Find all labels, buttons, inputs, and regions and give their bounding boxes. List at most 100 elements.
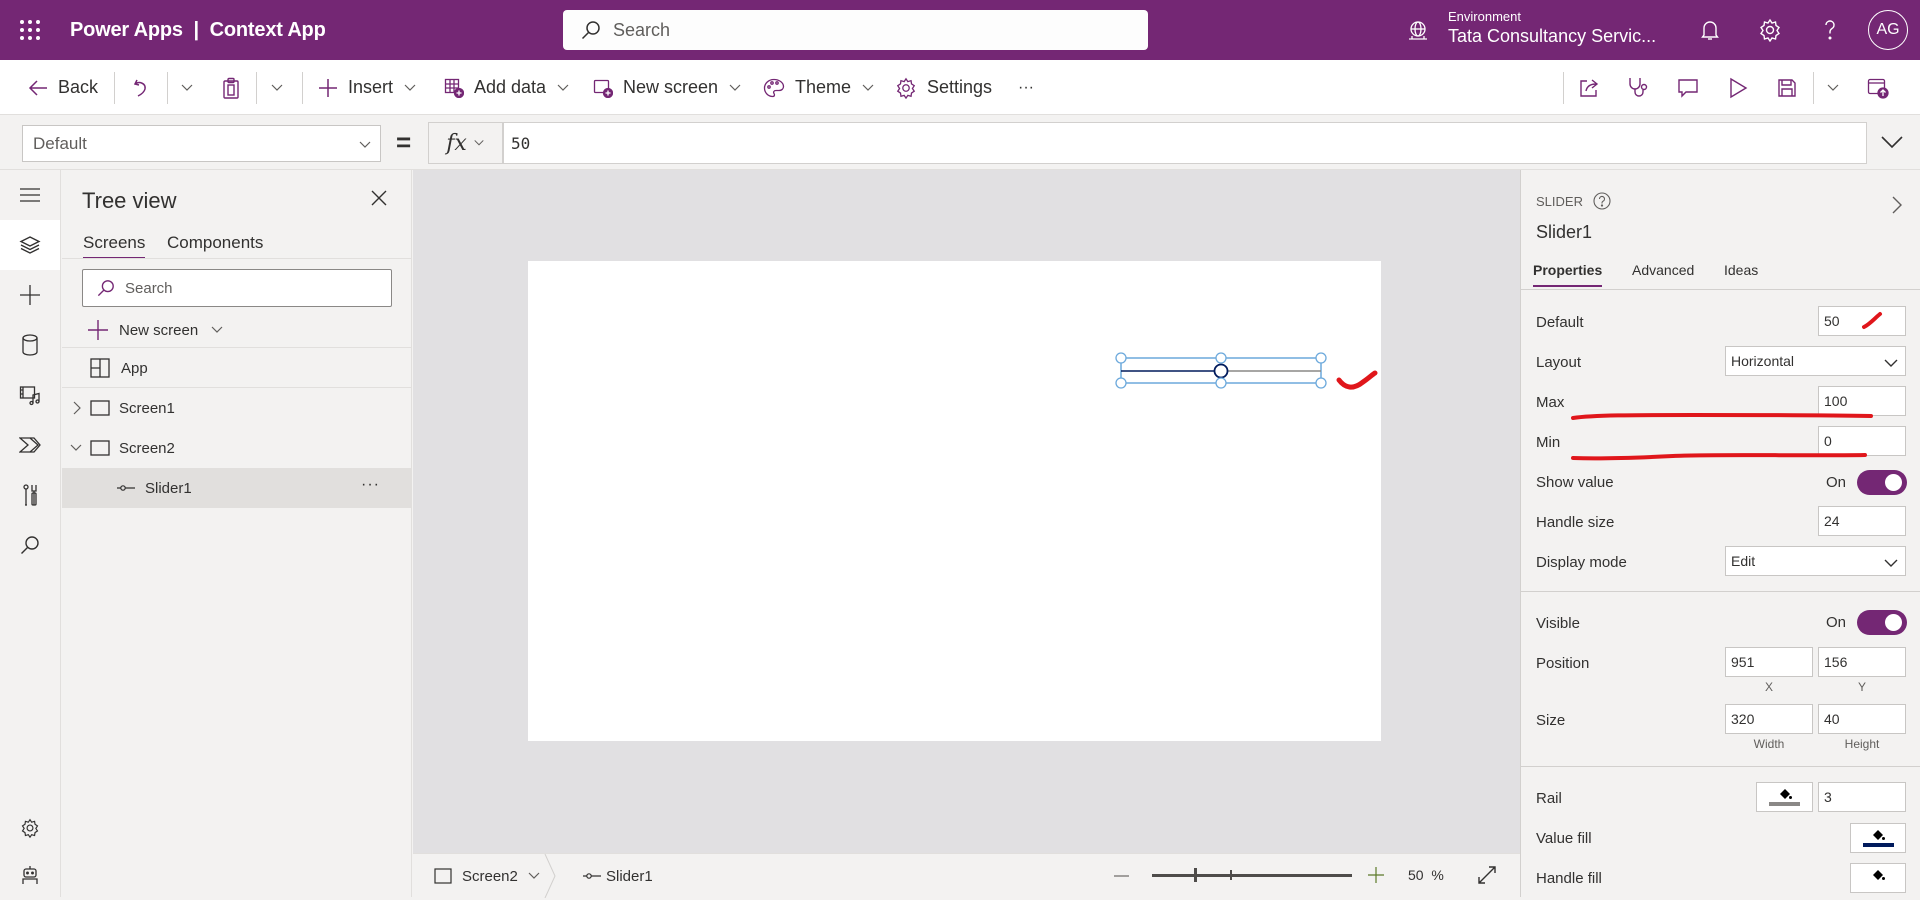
- visible-toggle[interactable]: On: [1826, 610, 1908, 635]
- chevron-down-icon: [527, 869, 541, 883]
- new-screen-button[interactable]: New screen: [593, 60, 742, 115]
- app-grid-icon: [90, 358, 110, 378]
- show-value-toggle[interactable]: On: [1826, 470, 1908, 495]
- handle-size-input[interactable]: 24: [1818, 506, 1906, 536]
- rail-color-swatch: [1769, 802, 1800, 806]
- function-button[interactable]: fx: [428, 122, 503, 164]
- comments-button[interactable]: [1677, 60, 1699, 115]
- divider: [1521, 766, 1920, 767]
- tree-view-layers-icon[interactable]: [0, 220, 60, 270]
- control-name[interactable]: Slider1: [1536, 222, 1592, 243]
- chevron-right-icon[interactable]: [1891, 195, 1903, 215]
- add-table-icon: [444, 78, 464, 98]
- max-input[interactable]: 100: [1818, 386, 1906, 416]
- environment-label: Environment: [1448, 9, 1521, 24]
- position-y-input[interactable]: 156: [1818, 647, 1906, 677]
- zoom-slider-track[interactable]: [1152, 874, 1352, 877]
- position-x-input[interactable]: 951: [1725, 647, 1813, 677]
- tree-item-slider1[interactable]: Slider1 ···: [62, 468, 412, 508]
- chevron-right-icon[interactable]: [72, 401, 82, 415]
- help-question-icon[interactable]: [1818, 18, 1842, 42]
- fit-to-window-icon[interactable]: [1477, 865, 1497, 885]
- insert-button[interactable]: Insert: [318, 60, 417, 115]
- resize-handle[interactable]: [1215, 352, 1227, 364]
- menu-hamburger-icon[interactable]: [0, 170, 60, 220]
- resize-handle[interactable]: [1215, 377, 1227, 389]
- preview-play-button[interactable]: [1728, 60, 1748, 115]
- app-checker-button[interactable]: [1627, 60, 1651, 115]
- back-button[interactable]: Back: [28, 60, 98, 115]
- tree-search-input[interactable]: Search: [82, 269, 392, 307]
- undo-dropdown-button[interactable]: [180, 60, 194, 115]
- display-mode-dropdown[interactable]: Edit: [1725, 546, 1906, 576]
- tree-item-screen1[interactable]: Screen1: [62, 388, 412, 428]
- resize-handle[interactable]: [1115, 352, 1127, 364]
- advanced-tools-icon[interactable]: [0, 470, 60, 520]
- paste-button[interactable]: [221, 60, 241, 115]
- slider-handle[interactable]: [1213, 363, 1229, 379]
- default-input[interactable]: 50: [1818, 306, 1906, 336]
- layout-dropdown[interactable]: Horizontal: [1725, 346, 1906, 376]
- environment-picker[interactable]: Tata Consultancy Servic...: [1448, 26, 1656, 47]
- zoom-out-button[interactable]: [1114, 875, 1129, 877]
- expand-formula-chevron-icon[interactable]: [1880, 132, 1904, 152]
- publish-button[interactable]: [1867, 60, 1889, 115]
- breadcrumb-screen2[interactable]: Screen2: [434, 854, 541, 898]
- chevron-down-icon[interactable]: [69, 441, 83, 455]
- close-icon[interactable]: [371, 190, 387, 206]
- settings-gear-icon[interactable]: [0, 803, 60, 853]
- size-width-input[interactable]: 320: [1725, 704, 1813, 734]
- min-input[interactable]: 0: [1818, 426, 1906, 456]
- save-dropdown-button[interactable]: [1826, 60, 1840, 115]
- settings-button[interactable]: Settings: [895, 60, 992, 115]
- new-screen-button[interactable]: New screen: [87, 315, 224, 345]
- tree-item-screen2[interactable]: Screen2: [62, 428, 412, 468]
- chevron-down-icon: [210, 323, 224, 337]
- insert-plus-icon[interactable]: [0, 270, 60, 320]
- chevron-down-icon: [556, 81, 570, 95]
- tab-advanced[interactable]: Advanced: [1632, 262, 1694, 285]
- breadcrumb-slider1[interactable]: Slider1: [582, 854, 653, 898]
- tab-components[interactable]: Components: [167, 233, 263, 257]
- media-icon[interactable]: [0, 370, 60, 420]
- resize-handle[interactable]: [1115, 377, 1127, 389]
- resize-handle[interactable]: [1315, 352, 1327, 364]
- canvas-status-bar: Screen2 Slider1 50 %: [413, 853, 1520, 898]
- power-automate-icon[interactable]: [0, 420, 60, 470]
- data-cylinder-icon[interactable]: [0, 320, 60, 370]
- rail-color-picker[interactable]: [1756, 782, 1813, 812]
- app-launcher-icon[interactable]: [18, 18, 42, 42]
- handle-fill-color-picker[interactable]: [1850, 863, 1906, 893]
- slider1-control[interactable]: [528, 261, 1381, 741]
- resize-handle[interactable]: [1315, 377, 1327, 389]
- global-search-input[interactable]: Search: [563, 10, 1148, 50]
- tree-item-app[interactable]: App: [62, 348, 412, 388]
- more-options-button[interactable]: ···: [361, 476, 380, 494]
- copilot-bot-icon[interactable]: [0, 850, 60, 900]
- save-button[interactable]: [1777, 60, 1797, 115]
- notifications-bell-icon[interactable]: [1698, 18, 1722, 42]
- screen2-canvas[interactable]: [528, 261, 1381, 741]
- help-circle-icon[interactable]: [1593, 192, 1611, 210]
- tab-screens[interactable]: Screens: [83, 233, 146, 259]
- share-button[interactable]: [1578, 60, 1600, 115]
- undo-button[interactable]: [132, 60, 152, 115]
- user-avatar[interactable]: AG: [1868, 10, 1908, 50]
- separator: [167, 72, 168, 104]
- formula-input[interactable]: 50: [503, 122, 1867, 164]
- rail-thickness-input[interactable]: 3: [1818, 782, 1906, 812]
- zoom-slider-thumb[interactable]: [1194, 868, 1198, 882]
- paste-dropdown-button[interactable]: [270, 60, 284, 115]
- settings-gear-icon[interactable]: [1758, 18, 1782, 42]
- more-commands-button[interactable]: ···: [1018, 60, 1034, 115]
- search-icon[interactable]: [0, 520, 60, 570]
- add-data-button[interactable]: Add data: [444, 60, 570, 115]
- tab-ideas[interactable]: Ideas: [1724, 262, 1758, 285]
- property-dropdown[interactable]: Default: [22, 125, 381, 162]
- value-fill-color-picker[interactable]: [1850, 823, 1906, 853]
- zoom-in-button[interactable]: [1368, 866, 1384, 884]
- theme-button[interactable]: Theme: [763, 60, 875, 115]
- size-height-input[interactable]: 40: [1818, 704, 1906, 734]
- chevron-down-icon: [1884, 556, 1898, 570]
- tab-properties[interactable]: Properties: [1533, 262, 1603, 287]
